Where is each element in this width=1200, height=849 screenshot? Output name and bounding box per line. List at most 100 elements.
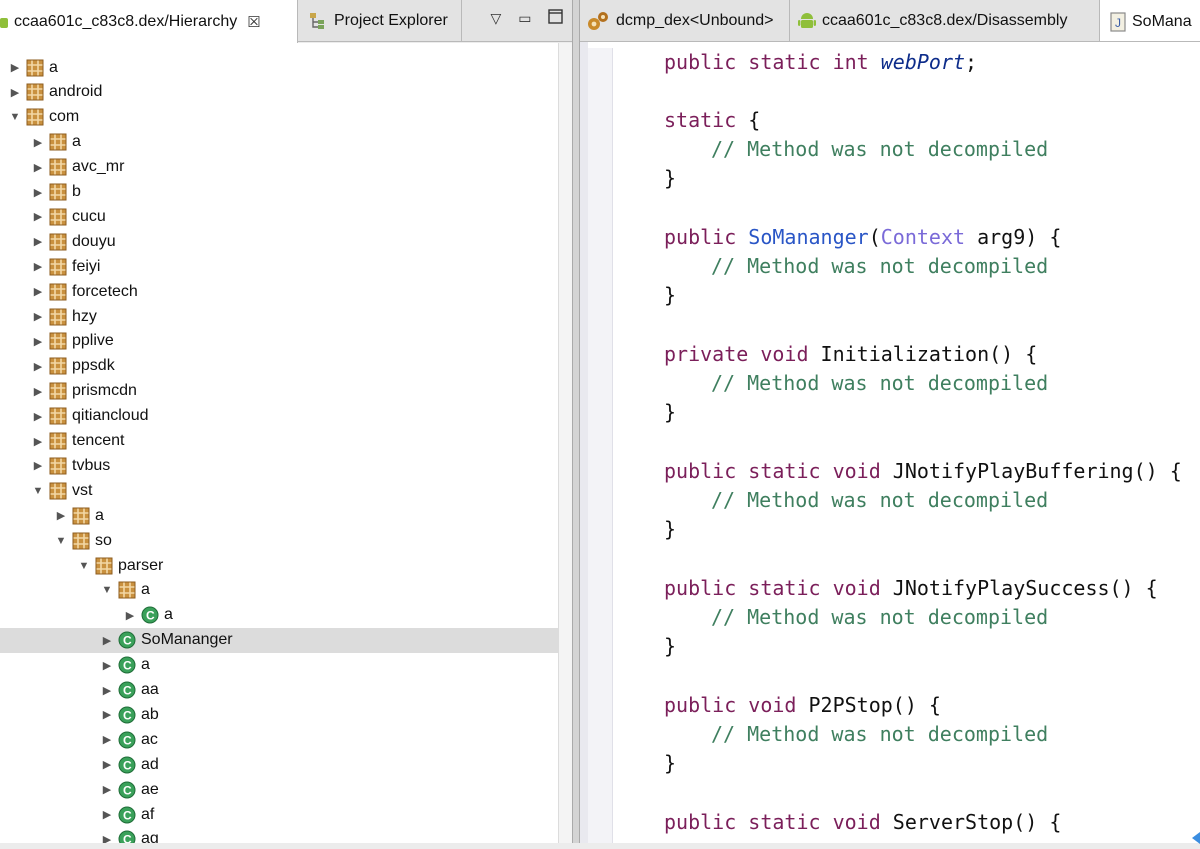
tab-dcmp-dex[interactable]: dcmp_dex<Unbound> [580, 0, 790, 41]
expanded-arrow-icon[interactable]: ▼ [55, 535, 67, 547]
collapsed-arrow-icon[interactable]: ▶ [32, 136, 44, 149]
scroll-corner-icon [1190, 831, 1200, 844]
tree-item[interactable]: ▶ Cag [0, 827, 558, 843]
tree-item[interactable]: ▼ so [0, 528, 558, 553]
expanded-arrow-icon[interactable]: ▼ [32, 485, 44, 497]
collapsed-arrow-icon[interactable]: ▶ [9, 86, 21, 99]
tree-item[interactable]: ▶ Ca [0, 603, 558, 628]
package-icon [49, 332, 67, 350]
tree-item[interactable]: ▶ hzy [0, 304, 558, 329]
code-line-constructor: public SoMananger(Context arg9) { [664, 223, 1061, 252]
package-icon [26, 59, 44, 77]
tree-item[interactable]: ▶ Cac [0, 727, 558, 752]
collapsed-arrow-icon[interactable]: ▶ [32, 360, 44, 373]
class-icon: C [118, 756, 136, 774]
tree-item-label: android [49, 83, 103, 101]
tree-item[interactable]: ▶ a [0, 55, 558, 80]
collapsed-arrow-icon[interactable]: ▶ [101, 708, 113, 721]
collapsed-arrow-icon[interactable]: ▶ [32, 260, 44, 273]
tree-item[interactable]: ▶ prismcdn [0, 379, 558, 404]
tree-item[interactable]: ▶ tencent [0, 429, 558, 454]
tree-item[interactable]: ▶ qitiancloud [0, 404, 558, 429]
svg-text:C: C [123, 708, 132, 722]
code-token: public void [664, 693, 809, 717]
collapsed-arrow-icon[interactable]: ▶ [101, 684, 113, 697]
collapsed-arrow-icon[interactable]: ▶ [101, 733, 113, 746]
svg-text:C: C [123, 808, 132, 822]
tree-item[interactable]: ▶ tvbus [0, 453, 558, 478]
code-token: ( [868, 225, 881, 249]
tree-item[interactable]: ▼ vst [0, 478, 558, 503]
collapsed-arrow-icon[interactable]: ▶ [32, 310, 44, 323]
collapsed-arrow-icon[interactable]: ▶ [32, 385, 44, 398]
collapsed-arrow-icon[interactable]: ▶ [9, 61, 21, 74]
expanded-arrow-icon[interactable]: ▼ [9, 111, 21, 123]
collapsed-arrow-icon[interactable]: ▶ [32, 335, 44, 348]
tree-item[interactable]: ▶ Caa [0, 678, 558, 703]
package-icon [49, 283, 67, 301]
collapsed-arrow-icon[interactable]: ▶ [101, 833, 113, 843]
collapsed-arrow-icon[interactable]: ▶ [101, 634, 113, 647]
tree-item[interactable]: ▶ Ca [0, 653, 558, 678]
tab-hierarchy[interactable]: ccaa601c_c83c8.dex/Hierarchy ☒ [0, 0, 298, 43]
expanded-arrow-icon[interactable]: ▼ [78, 560, 90, 572]
tree-item[interactable]: ▶ forcetech [0, 279, 558, 304]
tree-item[interactable]: ▶ Cae [0, 777, 558, 802]
tree-item[interactable]: ▶ a [0, 503, 558, 528]
tree-item[interactable]: ▶ avc_mr [0, 155, 558, 180]
package-icon [95, 557, 113, 575]
collapsed-arrow-icon[interactable]: ▶ [32, 235, 44, 248]
package-icon [49, 432, 67, 450]
expanded-arrow-icon[interactable]: ▼ [101, 584, 113, 596]
collapsed-arrow-icon[interactable]: ▶ [101, 758, 113, 771]
tree-item[interactable]: ▶ Cad [0, 752, 558, 777]
tree-item[interactable]: ▶ ppsdk [0, 354, 558, 379]
tree-item[interactable]: ▼ parser [0, 553, 558, 578]
tree-item[interactable]: ▶ douyu [0, 229, 558, 254]
code-token: public static void [664, 576, 893, 600]
tree-scrollbar[interactable] [558, 43, 572, 843]
tree-item[interactable]: ▶ pplive [0, 329, 558, 354]
tree-item[interactable]: ▶ a [0, 130, 558, 155]
collapsed-arrow-icon[interactable]: ▶ [32, 410, 44, 423]
tree-item-label: SoMananger [141, 631, 233, 649]
tab-disassembly[interactable]: ccaa601c_c83c8.dex/Disassembly [790, 0, 1100, 41]
svg-text:C: C [123, 758, 132, 772]
code-token: ServerStop() { [892, 810, 1062, 834]
tree-item[interactable]: ▶ android [0, 80, 558, 105]
tab-project-explorer[interactable]: Project Explorer [298, 0, 462, 42]
tree-item[interactable]: ▶ Cab [0, 702, 558, 727]
tree-item[interactable]: ▶ b [0, 180, 558, 205]
tree-item[interactable]: ▶ cucu [0, 204, 558, 229]
collapsed-arrow-icon[interactable]: ▶ [55, 509, 67, 522]
tree-item-label: ac [141, 730, 158, 748]
editor-tab-bar: dcmp_dex<Unbound> ccaa601c_c83c8.dex/Dis… [580, 0, 1200, 42]
collapsed-arrow-icon[interactable]: ▶ [32, 161, 44, 174]
package-icon [49, 482, 67, 500]
pane-splitter[interactable] [572, 0, 580, 843]
tree-item[interactable]: ▶ C SoMananger [0, 627, 558, 653]
collapsed-arrow-icon[interactable]: ▶ [32, 435, 44, 448]
tree-item-label: a [49, 58, 58, 76]
tree-item[interactable]: ▶ feiyi [0, 254, 558, 279]
tab-somananger[interactable]: J SoMana [1100, 0, 1200, 41]
collapsed-arrow-icon[interactable]: ▶ [32, 459, 44, 472]
collapsed-arrow-icon[interactable]: ▶ [32, 210, 44, 223]
collapsed-arrow-icon[interactable]: ▶ [101, 783, 113, 796]
code-token: public static void [664, 810, 893, 834]
close-icon[interactable]: ☒ [247, 13, 260, 31]
minimize-icon[interactable]: ▭ [518, 10, 531, 27]
code-comment: // Method was not decompiled [711, 605, 1049, 629]
view-menu-icon[interactable]: ▽ [490, 10, 501, 27]
collapsed-arrow-icon[interactable]: ▶ [32, 186, 44, 199]
tree-item[interactable]: ▶ Caf [0, 802, 558, 827]
collapsed-arrow-icon[interactable]: ▶ [101, 808, 113, 821]
tree-item[interactable]: ▼ a [0, 578, 558, 603]
collapsed-arrow-icon[interactable]: ▶ [124, 609, 136, 622]
code-close-brace: } [664, 283, 677, 307]
collapsed-arrow-icon[interactable]: ▶ [101, 659, 113, 672]
tree-item[interactable]: ▼ com [0, 105, 558, 130]
collapsed-arrow-icon[interactable]: ▶ [32, 285, 44, 298]
maximize-icon[interactable] [548, 9, 564, 27]
tab-label: SoMana [1132, 12, 1192, 30]
